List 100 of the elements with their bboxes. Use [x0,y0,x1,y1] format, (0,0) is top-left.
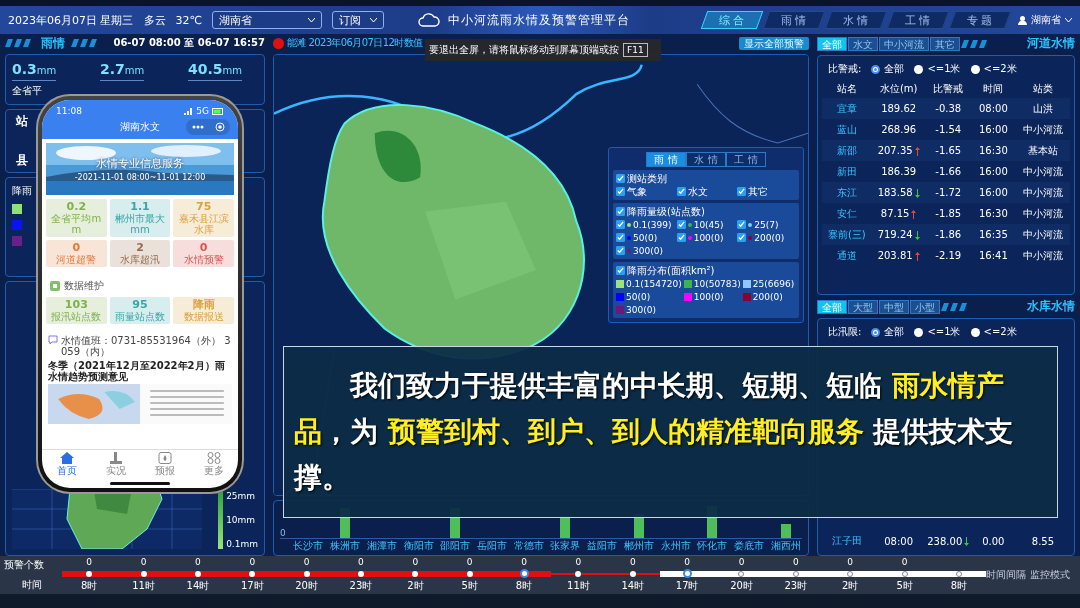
show-all-alerts-button[interactable]: 显示全部预警 [739,36,809,50]
table-cell-text: 08:00 [883,535,915,547]
checkbox[interactable] [616,174,625,183]
table-cell: 207.35 [871,145,926,156]
tab[interactable]: 中型 [879,299,909,314]
time-tick-label: 2时 [842,579,859,593]
checkbox[interactable] [616,246,625,255]
checkbox[interactable] [616,207,625,216]
nav-tab[interactable]: 更多 [203,452,224,478]
time-tick-label: 8时 [515,579,533,593]
gauge-icon [108,452,123,464]
column-header: 比警戒 [932,82,965,96]
time-tick-label: 2时 [407,579,424,593]
table-cell-text: 中小河流 [1021,122,1064,137]
time-tick-label: 8时 [950,579,968,593]
warning-count: 0 [140,557,147,568]
warning-count: 0 [901,557,908,568]
city-label: 邵阳市 [439,539,472,553]
legend-title: 降雨 [12,184,32,198]
checkbox[interactable] [616,187,625,196]
warning-count: 0 [793,557,799,568]
table-cell-text: 新邵 [835,143,858,158]
key-label: F11 [623,43,648,57]
table-cell-text: -0.38 [934,103,963,114]
checkbox[interactable] [676,187,686,196]
tab[interactable]: 其它 [930,36,960,51]
tile-label: 报汛站点数 [51,311,102,322]
checkbox[interactable] [616,220,625,229]
table-cell-text: -1.54 [934,124,963,135]
caption-text: 我们致力于提供丰富的中长期、短期、短临 雨水情产品，为 预警到村、到户、到人的精准靶向服务 提供技术支撑。 [294,367,1015,497]
warning-count: 0 [358,557,364,568]
mode-label[interactable]: 监控模式 [1030,568,1070,582]
checkbox[interactable] [676,220,686,229]
table-cell-text: 中小河流 [1021,164,1064,179]
section-title: 雨情 [41,34,65,52]
tab[interactable]: 水文 [848,36,878,51]
scale-label: 0.1mm [226,539,258,549]
time-tick-label: 20时 [730,579,753,593]
warning-count: 0 [412,557,419,568]
radio-button[interactable] [914,327,924,337]
tab[interactable]: 小型 [910,299,940,314]
drop-icon [157,452,172,464]
table-cell-text: -1.85 [934,208,963,219]
table-cell: 183.58 [871,187,926,198]
timeline-handle[interactable] [682,569,692,578]
nav-tab[interactable]: 首页 [56,452,77,478]
radio-button[interactable] [970,64,980,74]
region-select[interactable]: 湖南省 [211,11,322,29]
column-header: 站类 [1031,82,1054,96]
scale-bar [218,491,224,549]
stat-value: 40.5mm [188,61,243,81]
radio-label: <=1米 [927,325,961,339]
filter-tab[interactable]: 工 情 [726,152,766,167]
checkbox[interactable] [737,233,747,242]
station-label: 县 [16,152,28,169]
signal-icon [184,107,194,115]
tile-label: 雨量站点数 [115,311,165,322]
radio-label: <=1米 [927,62,961,76]
more-icon [191,125,204,129]
table-cell: 203.81 [871,250,926,261]
checkbox[interactable] [616,233,625,242]
table-cell-text: 16:35 [977,229,1009,240]
tab[interactable]: 中小河流 [879,36,929,51]
checkbox[interactable] [676,233,686,242]
table-cell-text: 山洪 [1031,101,1054,116]
table-cell-text: 16:30 [977,145,1009,156]
alert-text: 能滩 2023年06月07日12时数值 [287,36,423,50]
group-title: 降雨量级(站点数) [627,204,705,219]
nav-tab[interactable]: 专 题 [948,11,1012,29]
group-title: 测站类别 [627,171,667,186]
filter-tab[interactable]: 雨 情 [646,152,686,167]
checkbox[interactable] [737,220,747,229]
app-title: 湖南水文 [120,120,160,134]
radio-button[interactable] [970,327,980,337]
nav-tab[interactable]: 预报 [154,452,175,478]
timeline-handle[interactable] [519,569,529,578]
nav-tab[interactable]: 工 情 [886,11,950,29]
time-tick-label: 8时 [81,579,98,593]
table-cell-text: 安仁 [835,206,858,221]
nav-tab[interactable]: 水 情 [824,11,888,29]
filter-label: 50(0) [626,291,651,302]
filter-tab[interactable]: 水 情 [686,152,726,167]
nav-tab[interactable]: 综 合 [700,11,764,29]
warning-count: 0 [847,557,854,568]
radio-label: 全部 [884,62,905,76]
user-menu[interactable]: 湖南省 [1018,13,1072,27]
city-label: 衡阳市 [402,539,435,553]
tab[interactable]: 大型 [848,299,878,314]
document-title: 冬季（2021年12月至2022年2月）雨水情趋势预测意见 [48,360,226,382]
radio-button[interactable] [914,64,924,74]
subscribe-dropdown[interactable]: 订阅 [331,11,384,29]
checkbox[interactable] [737,187,747,196]
radio-button[interactable] [871,327,881,337]
nav-tab[interactable]: 实况 [105,452,126,478]
mode-label[interactable]: 时间间隔 [986,568,1026,582]
section-title: 河道水情 [1027,35,1075,52]
checkbox[interactable] [616,266,625,275]
nav-tab[interactable]: 雨 情 [762,11,826,29]
time-tick-label: 20时 [295,579,318,593]
radio-button[interactable] [871,64,881,74]
